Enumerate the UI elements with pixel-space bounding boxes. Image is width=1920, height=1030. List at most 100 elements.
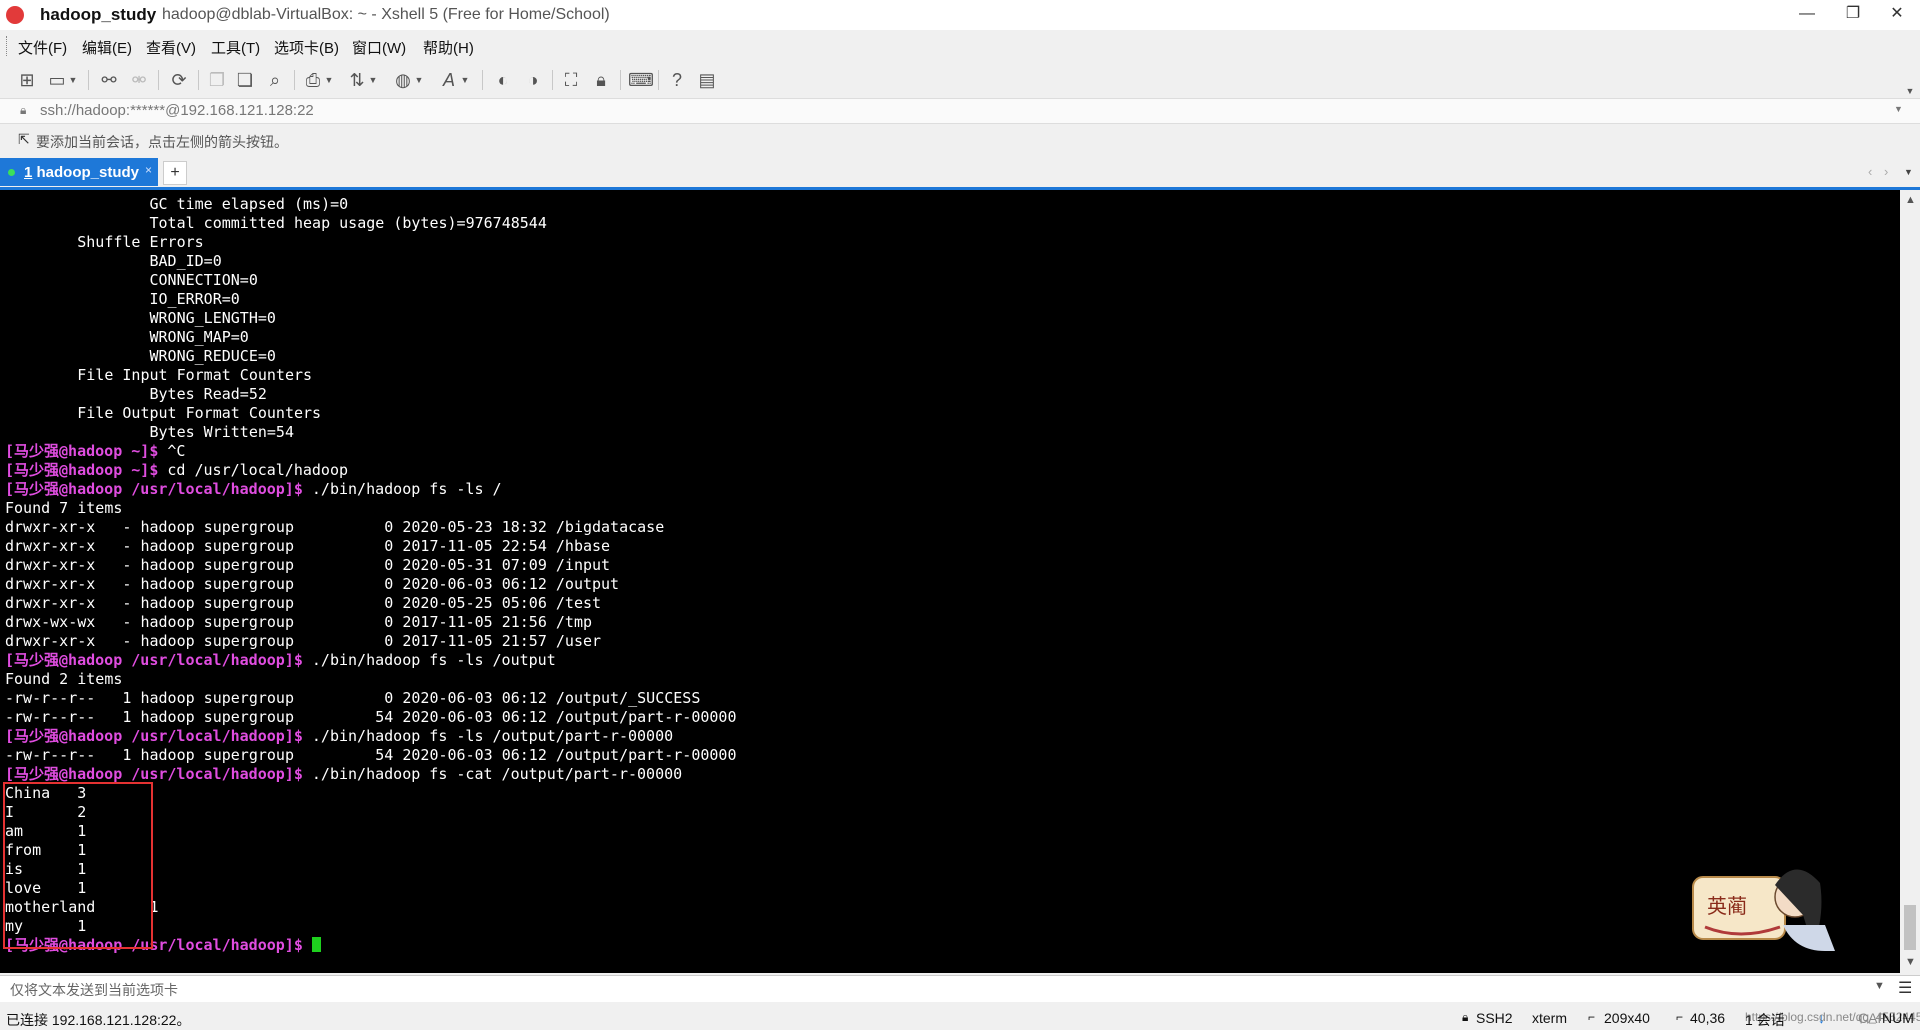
output-text: drwx-wx-wx - hadoop supergroup 0 2017-11… xyxy=(5,613,592,631)
menu-tools[interactable]: 工具(T) xyxy=(211,37,260,58)
decorative-sticker: 英蔺 xyxy=(1692,869,1835,951)
terminal-line: [马少强@hadoop /usr/local/hadoop]$ ./bin/ha… xyxy=(5,651,737,670)
toolbar: ⊞ ▭ ▼ ⚯ ⚮ ⟳ ❐ ❏ ⌕ ⎙ ▼ ⇅ ▼ ◍ ▼ A ▼ ◐ ◑ ⛶ … xyxy=(0,62,1920,98)
chat-icon[interactable]: ▤ xyxy=(696,69,718,91)
session-url[interactable]: ssh://hadoop:******@192.168.121.128:22 xyxy=(40,102,314,119)
tab-next-icon[interactable]: › xyxy=(1884,164,1888,179)
terminal-line: [马少强@hadoop ~]$ ^C xyxy=(5,442,737,461)
help-icon[interactable]: ? xyxy=(666,69,688,91)
output-text: GC time elapsed (ms)=0 xyxy=(5,195,349,213)
sticker-text: 英蔺 xyxy=(1707,894,1747,918)
tab-list-icon[interactable]: ▼ xyxy=(1904,167,1913,177)
font-dropdown-icon[interactable]: ▼ xyxy=(460,69,470,91)
output-text: WRONG_MAP=0 xyxy=(5,328,249,346)
tab-hadoop-study[interactable]: 1 hadoop_study × xyxy=(0,158,158,186)
new-session-icon[interactable]: ⊞ xyxy=(16,69,38,91)
menu-view[interactable]: 查看(V) xyxy=(146,37,196,58)
terminal-line: drwxr-xr-x - hadoop supergroup 0 2020-06… xyxy=(5,575,737,594)
terminal-area[interactable]: GC time elapsed (ms)=0 Total committed h… xyxy=(0,190,1900,973)
terminal-line: [马少强@hadoop /usr/local/hadoop]$ ./bin/ha… xyxy=(5,727,737,746)
xftp-icon[interactable]: ◐ xyxy=(492,69,514,91)
reconnect-icon[interactable]: ⟳ xyxy=(168,69,190,91)
globe-dropdown-icon[interactable]: ▼ xyxy=(414,69,424,91)
output-text: File Input Format Counters xyxy=(5,366,322,384)
menu-window[interactable]: 窗口(W) xyxy=(352,37,406,58)
address-dropdown-icon[interactable]: ▼ xyxy=(1894,104,1903,114)
terminal-size: 209x40 xyxy=(1604,1010,1650,1026)
output-text: -rw-r--r-- 1 hadoop supergroup 54 2020-0… xyxy=(5,746,737,764)
output-text: drwxr-xr-x - hadoop supergroup 0 2020-06… xyxy=(5,575,620,593)
shell-prompt: [马少强@hadoop /usr/local/hadoop]$ xyxy=(5,480,303,498)
paste-icon[interactable]: ❏ xyxy=(234,69,256,91)
xshell-app-icon[interactable] xyxy=(6,6,24,24)
xmanager-icon[interactable]: ◑ xyxy=(522,69,544,91)
hint-bar: ⇱ 要添加当前会话，点击左侧的箭头按钮。 xyxy=(0,128,1920,152)
menu-tabs[interactable]: 选项卡(B) xyxy=(274,37,339,58)
command-text: ./bin/hadoop fs -ls /output xyxy=(302,651,556,669)
transfer-icon[interactable]: ⇅ xyxy=(346,69,368,91)
command-text: ./bin/hadoop fs -ls / xyxy=(302,480,502,498)
keyboard-icon[interactable]: ⌨ xyxy=(628,69,654,91)
print-icon[interactable]: ⎙ xyxy=(302,69,324,91)
disconnect-icon[interactable]: ⚮ xyxy=(128,69,150,91)
num-indicator: NUM xyxy=(1882,1010,1914,1026)
toolbar-separator xyxy=(482,70,483,90)
terminal-type: xterm xyxy=(1532,1010,1567,1026)
tab-prev-icon[interactable]: ‹ xyxy=(1868,164,1872,179)
print-dropdown-icon[interactable]: ▼ xyxy=(324,69,334,91)
scroll-thumb[interactable] xyxy=(1904,905,1916,950)
terminal-line: [马少强@hadoop ~]$ cd /usr/local/hadoop xyxy=(5,461,737,480)
lock-icon[interactable]: 🔒︎ xyxy=(590,69,612,91)
tab-close-icon[interactable]: × xyxy=(145,163,152,177)
shell-prompt: [马少强@hadoop /usr/local/hadoop]$ xyxy=(5,651,303,669)
find-icon[interactable]: ⌕ xyxy=(264,69,286,91)
globe-icon[interactable]: ◍ xyxy=(392,69,414,91)
status-bar: 已连接 192.168.121.128:22。 https://blog.csd… xyxy=(0,1004,1920,1030)
copy-icon[interactable]: ❐ xyxy=(206,69,228,91)
compose-bar[interactable]: 仅将文本发送到当前选项卡 ▼ ☰ xyxy=(0,975,1920,1002)
command-text: ^C xyxy=(158,442,186,460)
output-text: WRONG_REDUCE=0 xyxy=(5,347,276,365)
output-text: drwxr-xr-x - hadoop supergroup 0 2020-05… xyxy=(5,594,602,612)
transfer-dropdown-icon[interactable]: ▼ xyxy=(368,69,378,91)
maximize-button[interactable]: ❐ xyxy=(1830,0,1876,30)
terminal-line: Bytes Written=54 xyxy=(5,423,737,442)
protocol-status: SSH2 xyxy=(1476,1010,1513,1026)
terminal-scrollbar[interactable]: ▲ ▼ xyxy=(1900,190,1920,973)
output-text: Bytes Read=52 xyxy=(5,385,267,403)
scroll-up-icon[interactable]: ▲ xyxy=(1905,194,1916,206)
menu-edit[interactable]: 编辑(E) xyxy=(82,37,132,58)
download-arrow-icon: ↓ xyxy=(1818,1010,1825,1026)
terminal-line: File Output Format Counters xyxy=(5,404,737,423)
toolbar-separator xyxy=(88,70,89,90)
font-icon[interactable]: A xyxy=(438,69,460,91)
menu-bar: 文件(F) 编辑(E) 查看(V) 工具(T) 选项卡(B) 窗口(W) 帮助(… xyxy=(0,33,1920,59)
output-text: Bytes Written=54 xyxy=(5,423,294,441)
close-window-button[interactable]: ✕ xyxy=(1874,0,1920,30)
scroll-down-icon[interactable]: ▼ xyxy=(1905,956,1916,968)
open-dropdown-icon[interactable]: ▼ xyxy=(68,69,78,91)
toolbar-separator xyxy=(620,70,621,90)
connected-status-icon xyxy=(8,169,15,176)
fullscreen-icon[interactable]: ⛶ xyxy=(560,69,582,91)
title-bar: hadoop_study hadoop@dblab-VirtualBox: ~ … xyxy=(0,0,1920,30)
compose-menu-icon[interactable]: ☰ xyxy=(1898,978,1912,998)
compose-input[interactable]: 仅将文本发送到当前选项卡 xyxy=(10,980,178,1000)
terminal-line: drwx-wx-wx - hadoop supergroup 0 2017-11… xyxy=(5,613,737,632)
connect-icon[interactable]: ⚯ xyxy=(98,69,120,91)
open-folder-icon[interactable]: ▭ xyxy=(46,69,68,91)
minimize-button[interactable]: — xyxy=(1784,0,1830,30)
terminal-line: IO_ERROR=0 xyxy=(5,290,737,309)
compose-dropdown-icon[interactable]: ▼ xyxy=(1874,980,1885,992)
terminal-cursor xyxy=(311,937,321,952)
terminal-line: drwxr-xr-x - hadoop supergroup 0 2020-05… xyxy=(5,518,737,537)
output-text: CONNECTION=0 xyxy=(5,271,258,289)
add-session-arrow-icon[interactable]: ⇱ xyxy=(18,131,30,148)
address-bar[interactable]: 🔒︎ ssh://hadoop:******@192.168.121.128:2… xyxy=(0,98,1920,124)
menu-file[interactable]: 文件(F) xyxy=(18,37,67,58)
add-tab-button[interactable]: + xyxy=(163,161,187,185)
menu-help[interactable]: 帮助(H) xyxy=(423,37,474,58)
output-text: Found 2 items xyxy=(5,670,123,688)
command-text: cd /usr/local/hadoop xyxy=(158,461,349,479)
terminal-line: GC time elapsed (ms)=0 xyxy=(5,195,737,214)
